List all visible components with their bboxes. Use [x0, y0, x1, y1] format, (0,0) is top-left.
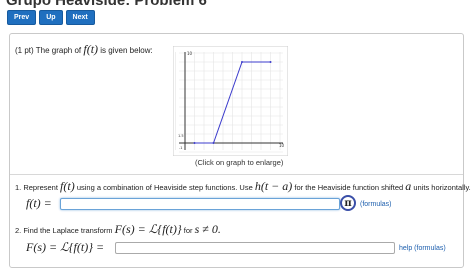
- origin-label: -1: [179, 146, 183, 150]
- function-graph[interactable]: 10 1.5 10 -1: [172, 45, 289, 157]
- question-2: 2. Find the Laplace transform F(s) = ℒ{f…: [15, 222, 221, 237]
- intro-rest: is given below:: [100, 46, 153, 55]
- intro-points: (1 pt) The graph of: [15, 46, 82, 55]
- q1-formulas-link[interactable]: (formulas): [360, 201, 392, 208]
- question-1: 1. Represent f(t) using a combination of…: [15, 179, 471, 194]
- q2-lhs-text: F(s) = ℒ{f(t)} =: [26, 240, 105, 254]
- y-tick-low: 1.5: [178, 134, 184, 138]
- function-point: [193, 142, 196, 144]
- q1-text-c: for the Heaviside function shifted: [294, 183, 404, 192]
- q1-function: f(t): [60, 179, 75, 193]
- up-button[interactable]: Up: [39, 10, 63, 25]
- q2-answer-input[interactable]: [115, 242, 395, 254]
- function-point: [269, 61, 272, 63]
- intro-function: f(t): [83, 42, 99, 56]
- q1-lhs-text: f(t) =: [26, 196, 52, 210]
- q2-text-a: 2. Find the Laplace transform: [15, 226, 113, 235]
- graph-svg[interactable]: 10 1.5 10 -1: [172, 45, 289, 157]
- problem-intro: (1 pt) The graph of f(t) is given below:: [15, 42, 153, 57]
- q1-a: a: [405, 179, 412, 193]
- q1-heaviside: h(t − a): [254, 179, 293, 193]
- q2-help-link[interactable]: help (formulas): [399, 245, 446, 252]
- pi-icon[interactable]: π: [340, 195, 356, 211]
- q1-text-a: 1. Represent: [15, 183, 58, 192]
- q2-lhs: F(s) = ℒ{f(t)} =: [26, 240, 104, 255]
- problem-nav: Prev Up Next: [7, 10, 95, 25]
- page-title: Grupo Heaviside: Problem 6: [6, 0, 207, 9]
- q1-text-d: units horizontally.: [413, 183, 471, 192]
- q1-lhs: f(t) =: [26, 196, 52, 211]
- prev-button[interactable]: Prev: [7, 10, 37, 25]
- divider: [10, 174, 463, 175]
- function-point: [241, 61, 243, 63]
- x-tick-right: 10: [279, 143, 285, 148]
- next-button[interactable]: Next: [65, 10, 95, 25]
- graph-caption: (Click on graph to enlarge): [195, 158, 284, 167]
- function-point: [212, 142, 215, 144]
- q2-cond: s ≠ 0.: [194, 222, 221, 236]
- q2-expr: F(s) = ℒ{f(t)}: [114, 222, 182, 236]
- problem-panel: (1 pt) The graph of f(t) is given below:…: [9, 33, 471, 268]
- q2-text-b: for: [183, 226, 193, 235]
- q1-text-b: using a combination of Heaviside step fu…: [76, 183, 253, 192]
- y-tick-top: 10: [187, 51, 193, 56]
- q1-answer-input[interactable]: [60, 198, 340, 210]
